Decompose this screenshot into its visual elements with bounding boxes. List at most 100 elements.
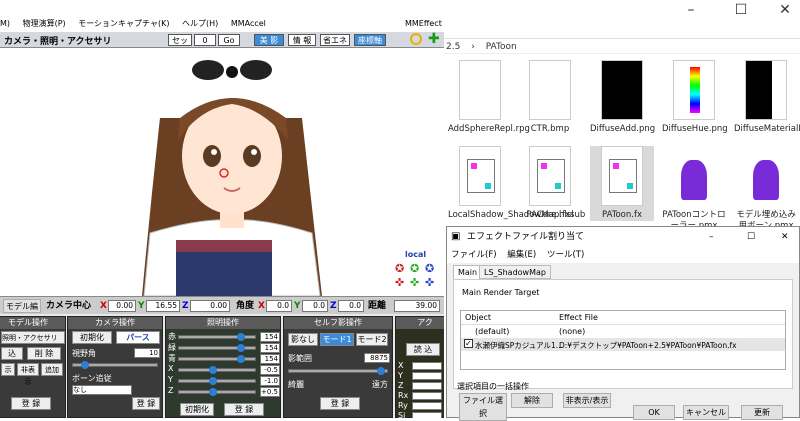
light-value-field[interactable]: 154 [260, 332, 280, 342]
menu-item-motion-capture[interactable]: モーションキャプチャ(K) [78, 19, 169, 28]
rotate-y-icon[interactable]: ✪ [410, 262, 419, 275]
toggle-visibility-button[interactable]: 非表示/表示 [563, 393, 611, 408]
accessory-field[interactable] [412, 402, 442, 410]
rotate-x-icon[interactable]: ✪ [395, 262, 404, 275]
shadow-range-field[interactable]: 8875 [364, 353, 390, 363]
shadow-mode2-button[interactable]: モード2 [356, 333, 388, 346]
camera-init-button[interactable]: 初期化 [72, 331, 112, 344]
breadcrumb-current[interactable]: PAToon [486, 42, 517, 52]
row-default-object[interactable]: (default) [475, 327, 509, 336]
row-checkbox[interactable]: ✓ [464, 339, 473, 348]
file-item[interactable]: CTR.bmp [518, 60, 582, 135]
model-register-button[interactable]: 登 録 [11, 397, 51, 410]
light-value-field[interactable]: 154 [260, 343, 280, 353]
light-slider-knob[interactable] [209, 366, 217, 374]
file-item[interactable]: PACore.hlsl [518, 146, 582, 221]
load-button[interactable]: 込 [1, 347, 23, 360]
add-button[interactable]: 追加 [41, 363, 63, 376]
menu-item[interactable]: M) [0, 19, 10, 28]
shadow-off-button[interactable]: 影なし [288, 333, 318, 346]
go-button[interactable]: Go [218, 34, 240, 46]
hide-button[interactable]: 非表示 [17, 363, 39, 386]
fov-field[interactable]: 10 [134, 348, 160, 358]
beauty-shadow-toggle[interactable]: 美 影 [254, 34, 284, 46]
distance-field[interactable]: 39.00 [394, 300, 440, 312]
light-slider[interactable] [178, 388, 256, 396]
breadcrumb-parent[interactable]: 2.5 [446, 42, 460, 52]
fov-slider-knob[interactable] [81, 361, 89, 369]
breadcrumb[interactable]: 2.5 › PAToon [444, 38, 800, 54]
release-button[interactable]: 解除 [511, 393, 553, 408]
tab-ls-shadowmap[interactable]: LS_ShadowMap [479, 265, 551, 279]
perspective-button[interactable]: パース [116, 331, 160, 344]
file-item[interactable]: PAToon.fx [590, 146, 654, 221]
light-slider[interactable] [178, 377, 256, 385]
row-model-effect[interactable]: D:¥デスクトップ¥PAToon+2.5¥PAToon¥PAToon.fx [559, 340, 737, 351]
file-item[interactable]: AddSphereRepl.rpg [448, 60, 530, 135]
angle-y-field[interactable]: 0.0 [302, 300, 328, 312]
move-z-icon[interactable]: ✜ [425, 276, 434, 289]
file-item[interactable]: DiffuseMaterialMask.png [734, 60, 800, 135]
light-slider[interactable] [178, 333, 256, 341]
light-slider-knob[interactable] [209, 388, 217, 396]
close-icon[interactable]: ✕ [781, 227, 789, 247]
light-slider[interactable] [178, 355, 256, 363]
show-button[interactable]: 示 [1, 363, 15, 376]
angle-x-field[interactable]: 0.0 [266, 300, 292, 312]
angle-z-field[interactable]: 0.0 [338, 300, 364, 312]
accessory-load-button[interactable]: 読 込 [406, 343, 440, 356]
accessory-field[interactable] [412, 392, 442, 400]
menu-item-mmeffect[interactable]: MMEffect [405, 16, 442, 32]
camera-y-field[interactable]: 16.55 [146, 300, 180, 312]
accessory-field[interactable] [412, 412, 442, 418]
menu-item-physics[interactable]: 物理演算(P) [23, 19, 66, 28]
menu-item-mmaccel[interactable]: MMAccel [231, 19, 266, 28]
shadow-range-slider[interactable] [288, 367, 388, 375]
menu-file[interactable]: ファイル(F) [451, 250, 497, 260]
light-slider-knob[interactable] [237, 333, 245, 341]
camera-register-button[interactable]: 登 録 [132, 397, 160, 410]
light-init-button[interactable]: 初期化 [180, 403, 214, 416]
delete-button[interactable]: 削 除 [27, 347, 61, 360]
camera-x-field[interactable]: 0.00 [108, 300, 136, 312]
bone-follow-dropdown[interactable]: なし [72, 385, 132, 395]
file-item[interactable]: LocalShadow_ShadowMap.fxsub [448, 146, 585, 221]
menu-edit[interactable]: 編集(E) [507, 250, 536, 260]
accessory-field[interactable] [412, 362, 442, 370]
light-register-button[interactable]: 登 録 [224, 403, 264, 416]
file-item[interactable]: DiffuseAdd.png [590, 60, 655, 135]
frame-input[interactable]: 0 [194, 34, 216, 46]
shadow-mode1-button[interactable]: モード1 [320, 333, 354, 346]
zoom-icon[interactable] [410, 33, 422, 45]
shadow-register-button[interactable]: 登 録 [320, 397, 360, 410]
menu-item-help[interactable]: ヘルプ(H) [182, 19, 218, 28]
set-button[interactable]: セット [168, 34, 192, 56]
row-default-effect[interactable]: (none) [559, 327, 585, 336]
file-item[interactable]: DiffuseHue.png [662, 60, 728, 135]
energy-save-toggle[interactable]: 省エネ [320, 34, 350, 46]
light-value-field[interactable]: -0.5 [260, 365, 280, 375]
model-dropdown[interactable]: 照明・アクセサリ [1, 331, 65, 344]
tab-main[interactable]: Main [453, 265, 483, 279]
file-select-button[interactable]: ファイル選択 [459, 393, 507, 421]
accessory-field[interactable] [412, 382, 442, 390]
light-value-field[interactable]: -1.0 [260, 376, 280, 386]
camera-z-field[interactable]: 0.00 [190, 300, 230, 312]
light-slider-knob[interactable] [237, 344, 245, 352]
row-model-object[interactable]: 水瀬伊織SPカジュアル1... [475, 340, 563, 351]
file-item[interactable]: PAToonコントローラー.pmx [662, 146, 726, 232]
maximize-icon[interactable]: ☐ [726, 0, 756, 22]
plus-icon[interactable]: ✚ [428, 32, 440, 46]
axis-toggle[interactable]: 座標軸 [354, 34, 386, 46]
light-slider-knob[interactable] [237, 355, 245, 363]
light-value-field[interactable]: +0.5 [260, 387, 280, 397]
close-icon[interactable]: ✕ [770, 0, 800, 22]
move-y-icon[interactable]: ✜ [410, 276, 419, 289]
file-item[interactable]: モデル埋め込み用ボーン.pmx [734, 146, 798, 232]
shadow-slider-knob[interactable] [377, 367, 385, 375]
minimize-icon[interactable]: – [709, 227, 714, 247]
light-slider[interactable] [178, 366, 256, 374]
light-slider[interactable] [178, 344, 256, 352]
info-toggle[interactable]: 情 報 [288, 34, 316, 46]
fov-slider[interactable] [72, 361, 158, 369]
